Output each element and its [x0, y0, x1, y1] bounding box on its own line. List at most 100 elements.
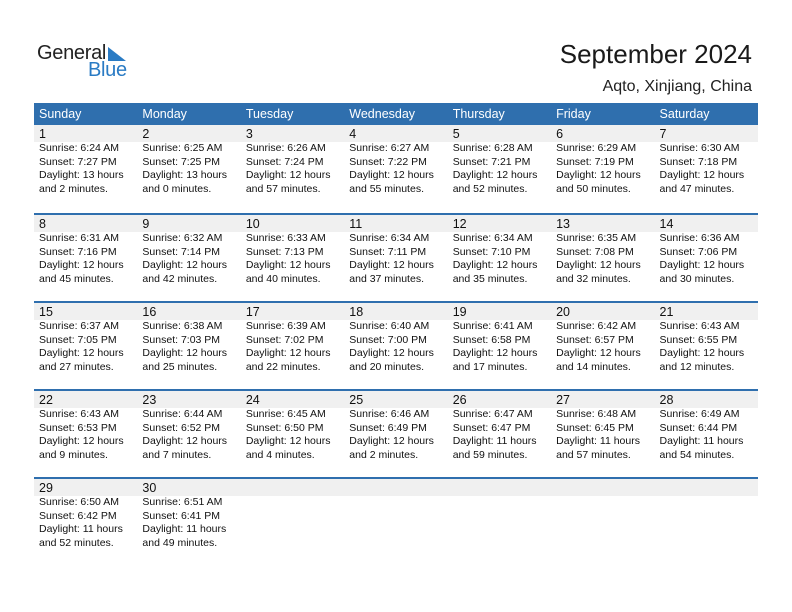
sunrise-time: Sunrise: 6:32 AM — [142, 232, 223, 244]
daylight-minutes: and 42 minutes. — [142, 272, 218, 285]
day-cell — [344, 496, 447, 550]
daylight-hours: Daylight: 12 hours — [39, 259, 124, 271]
sunrise-time: Sunrise: 6:36 AM — [659, 232, 740, 244]
weekday-friday: Friday — [556, 107, 591, 121]
sunrise-time: Sunrise: 6:31 AM — [39, 232, 119, 244]
day-number: 1 — [39, 127, 46, 141]
sunrise-time: Sunrise: 6:30 AM — [659, 142, 740, 154]
sunset-time: Sunset: 7:24 PM — [245, 155, 324, 168]
info-row: Sunrise: 6:50 AM Sunset: 6:42 PM Daylight:… — [34, 496, 758, 550]
daylight-hours: Daylight: 12 hours — [452, 347, 538, 359]
day-cell: Sunrise: 6:49 AM Sunset: 6:44 PM Daylight:… — [655, 408, 758, 462]
daylight-hours: Daylight: 11 hours — [659, 435, 744, 447]
day-cell: Sunrise: 6:30 AM Sunset: 7:18 PM Daylight:… — [655, 142, 758, 196]
info-row: Sunrise: 6:37 AM Sunset: 7:05 PM Daylight:… — [34, 320, 758, 374]
sunset-time: Sunset: 6:41 PM — [142, 509, 221, 522]
daylight-minutes: and 40 minutes. — [245, 272, 321, 285]
sunrise-time: Sunrise: 6:33 AM — [245, 232, 326, 244]
sunrise-time: Sunrise: 6:49 AM — [659, 408, 740, 420]
day-cell — [551, 496, 654, 550]
sunrise-time: Sunrise: 6:40 AM — [349, 320, 430, 332]
sunset-time: Sunset: 7:13 PM — [245, 245, 324, 258]
day-number: 18 — [349, 305, 364, 319]
day-number: 27 — [556, 393, 571, 407]
sunrise-time: Sunrise: 6:29 AM — [556, 142, 637, 154]
daylight-hours: Daylight: 12 hours — [659, 259, 745, 271]
sunset-time: Sunset: 7:19 PM — [556, 155, 634, 168]
day-number: 16 — [142, 305, 157, 319]
sunrise-time: Sunrise: 6:24 AM — [39, 142, 119, 154]
daylight-hours: Daylight: 12 hours — [39, 435, 124, 447]
day-number: 30 — [142, 481, 157, 495]
daylight-hours: Daylight: 12 hours — [452, 169, 538, 181]
sunset-time: Sunset: 6:49 PM — [349, 421, 427, 434]
daylight-minutes: and 32 minutes. — [556, 272, 631, 285]
sunrise-time: Sunrise: 6:34 AM — [349, 232, 430, 244]
daylight-minutes: and 9 minutes. — [39, 448, 108, 461]
sunset-time: Sunset: 6:45 PM — [556, 421, 634, 434]
sunset-time: Sunset: 7:27 PM — [39, 155, 117, 168]
day-number: 3 — [245, 127, 253, 141]
sunrise-time: Sunrise: 6:37 AM — [39, 320, 119, 332]
daylight-hours: Daylight: 12 hours — [556, 169, 641, 181]
day-cell: Sunrise: 6:33 AM Sunset: 7:13 PM Daylight:… — [241, 232, 344, 286]
day-number: 29 — [39, 481, 53, 495]
day-number: 4 — [349, 127, 357, 141]
day-number: 15 — [39, 305, 53, 319]
weekday-thursday: Thursday — [452, 107, 505, 121]
daylight-minutes: and 12 minutes. — [659, 360, 735, 373]
day-cell: Sunrise: 6:47 AM Sunset: 6:47 PM Daylight:… — [448, 408, 551, 462]
calendar-week: 8 9 10 11 12 13 14 Sunrise: 6:31 AM Sunset: 7:16… — [34, 213, 758, 301]
day-cell: Sunrise: 6:34 AM Sunset: 7:10 PM Daylight:… — [448, 232, 551, 286]
daylight-minutes: and 54 minutes. — [659, 448, 735, 461]
day-cell: Sunrise: 6:50 AM Sunset: 6:42 PM Daylight:… — [34, 496, 137, 550]
day-number: 25 — [349, 393, 364, 407]
daylight-minutes: and 14 minutes. — [556, 360, 631, 373]
page-title: September 2024 — [559, 39, 752, 69]
day-number: 5 — [452, 127, 460, 141]
daylight-hours: Daylight: 12 hours — [142, 259, 228, 271]
day-number: 8 — [39, 217, 46, 231]
daylight-hours: Daylight: 11 hours — [556, 435, 640, 447]
sunrise-time: Sunrise: 6:46 AM — [349, 408, 430, 420]
daylight-minutes: and 4 minutes. — [245, 448, 315, 461]
sunset-time: Sunset: 6:57 PM — [556, 333, 634, 346]
sunset-time: Sunset: 6:47 PM — [452, 421, 531, 434]
daylight-hours: Daylight: 12 hours — [659, 347, 745, 359]
calendar: Sunday Monday Tuesday Wednesday Thursday… — [34, 103, 758, 565]
day-cell: Sunrise: 6:42 AM Sunset: 6:57 PM Daylight:… — [551, 320, 654, 374]
calendar-week: 1 2 3 4 5 6 7 Sunrise: 6:24 AM Sunset: 7:27 PM Da… — [34, 125, 758, 213]
daylight-minutes: and 27 minutes. — [39, 360, 114, 373]
day-number: 19 — [452, 305, 467, 319]
daylight-hours: Daylight: 12 hours — [556, 347, 641, 359]
daylight-hours: Daylight: 11 hours — [452, 435, 537, 447]
day-number: 24 — [245, 393, 260, 407]
weekday-sunday: Sunday — [39, 107, 82, 121]
day-cell: Sunrise: 6:46 AM Sunset: 6:49 PM Daylight:… — [344, 408, 447, 462]
logo: General Blue — [37, 42, 137, 82]
daylight-hours: Daylight: 12 hours — [142, 347, 228, 359]
sunrise-time: Sunrise: 6:48 AM — [556, 408, 637, 420]
sunrise-time: Sunrise: 6:47 AM — [452, 408, 533, 420]
day-number — [551, 479, 654, 496]
daylight-hours: Daylight: 11 hours — [39, 523, 123, 535]
day-cell: Sunrise: 6:40 AM Sunset: 7:00 PM Daylight:… — [344, 320, 447, 374]
sunrise-time: Sunrise: 6:35 AM — [556, 232, 637, 244]
sunrise-time: Sunrise: 6:27 AM — [349, 142, 430, 154]
daylight-hours: Daylight: 13 hours — [142, 169, 228, 181]
sunrise-time: Sunrise: 6:51 AM — [142, 496, 223, 508]
daylight-minutes: and 52 minutes. — [452, 182, 528, 195]
day-cell: Sunrise: 6:43 AM Sunset: 6:53 PM Daylight:… — [34, 408, 137, 462]
daylight-hours: Daylight: 12 hours — [245, 435, 331, 447]
sunrise-time: Sunrise: 6:39 AM — [245, 320, 326, 332]
day-cell — [655, 496, 758, 550]
daylight-minutes: and 57 minutes. — [245, 182, 321, 195]
daylight-minutes: and 7 minutes. — [142, 448, 212, 461]
calendar-week: 29 30 Sunrise: 6:50 AM Sunset: 6:42 PM Dayli… — [34, 477, 758, 565]
day-number — [655, 479, 758, 496]
sunset-time: Sunset: 6:52 PM — [142, 421, 221, 434]
sunrise-time: Sunrise: 6:41 AM — [452, 320, 533, 332]
calendar-week: 15 16 17 18 19 20 21 Sunrise: 6:37 AM Sunset: 7:… — [34, 301, 758, 389]
sunrise-time: Sunrise: 6:38 AM — [142, 320, 223, 332]
info-row: Sunrise: 6:43 AM Sunset: 6:53 PM Daylight:… — [34, 408, 758, 462]
